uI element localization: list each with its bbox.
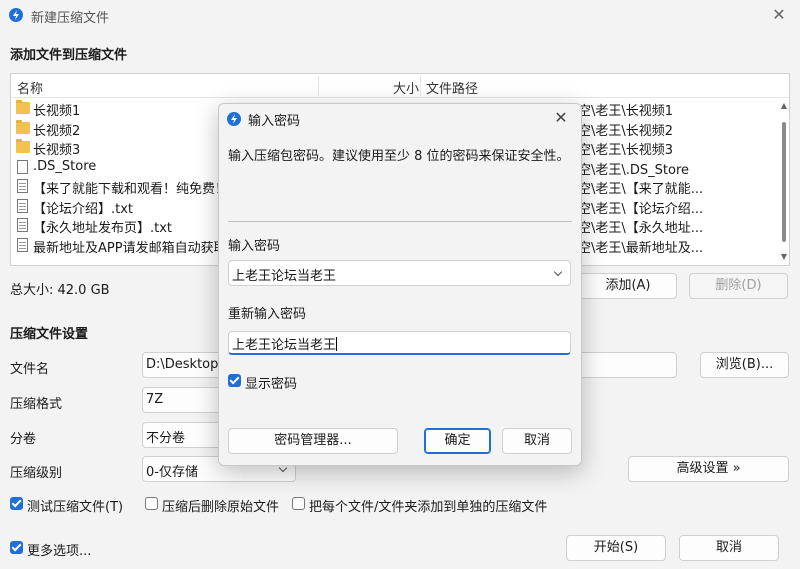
password-dialog: 输入密码 ✕ 输入压缩包密码。建议使用至少 8 位的密码来保证安全性。 输入密码… [218,103,582,466]
dialog-cancel-button[interactable]: 取消 [502,428,572,454]
file-path: 空\老王\【永久地址... [578,221,704,236]
level-label: 压缩级别 [10,466,63,481]
more-options-label: 更多选项... [27,544,92,559]
dialog-hint: 输入压缩包密码。建议使用至少 8 位的密码来保证安全性。 [228,149,570,164]
file-path: 空\老王\长视频3 [578,143,674,158]
column-name[interactable]: 名称 [17,78,43,97]
column-size[interactable]: 大小 [393,78,419,97]
password-manager-button[interactable]: 密码管理器... [228,428,398,454]
scroll-up-icon[interactable]: ▲ [781,101,787,110]
show-password-checkbox[interactable] [228,374,241,387]
file-name: 长视频1 [33,104,81,119]
show-password-label: 显示密码 [245,377,298,392]
text-file-icon [17,237,28,252]
file-name: 长视频3 [33,143,81,158]
cancel-button[interactable]: 取消 [679,535,779,561]
test-archive-label: 测试压缩文件(T) [27,500,124,515]
text-file-icon [17,179,28,193]
text-file-icon [17,198,28,213]
filename-label: 文件名 [10,362,50,377]
folder-icon [16,100,30,114]
delete-source-checkbox[interactable] [145,497,158,510]
password-input[interactable]: 上老王论坛当老王 [228,260,571,286]
start-button[interactable]: 开始(S) [566,535,666,561]
window-title: 新建压缩文件 [31,11,110,26]
text-file-icon [17,218,28,232]
title-bar: 新建压缩文件 ✕ [0,0,800,30]
confirm-password-input[interactable]: 上老王论坛当老王 [228,331,571,355]
scroll-down-icon[interactable]: ▼ [781,252,787,261]
divider [228,221,572,222]
file-name: 【永久地址发布页】.txt [33,221,173,236]
window-close-icon[interactable]: ✕ [766,3,792,27]
folder-icon [16,119,30,134]
test-archive-checkbox[interactable] [10,497,23,510]
file-path: 空\老王\最新地址及... [578,240,704,256]
dialog-close-icon[interactable]: ✕ [549,106,573,130]
format-label: 压缩格式 [10,397,63,412]
more-options-checkbox[interactable] [10,541,23,554]
file-name: .DS_Store [33,158,97,174]
confirm-password-value: 上老王论坛当老王 [232,338,337,353]
column-divider [318,76,319,96]
advanced-settings-button[interactable]: 高级设置 » [628,456,789,482]
separate-archives-label: 把每个文件/文件夹添加到单独的压缩文件 [309,500,548,515]
file-path: 空\老王\长视频1 [578,104,674,119]
folder-icon [16,139,30,153]
file-name: 【来了就能下载和观看！纯免费！ [33,182,229,197]
column-path[interactable]: 文件路径 [426,78,478,97]
confirm-password-label: 重新输入密码 [228,307,307,322]
file-name: 长视频2 [33,123,81,139]
total-size: 总大小: 42.0 GB [10,283,110,298]
add-button[interactable]: 添加(A) [579,273,677,299]
delete-source-label: 压缩后删除原始文件 [162,500,280,515]
app-logo-icon [9,8,23,22]
file-path: 空\老王\【论坛介绍... [578,201,704,217]
file-name: 最新地址及APP请发邮箱自动获取 [33,240,227,256]
text-caret [336,337,338,351]
settings-heading: 压缩文件设置 [10,327,89,342]
browse-button[interactable]: 浏览(B)... [700,352,789,378]
add-files-heading: 添加文件到压缩文件 [10,48,128,63]
file-list-header: 名称 大小 文件路径 [11,74,789,98]
file-path: 空\老王\.DS_Store [578,162,690,178]
ok-button[interactable]: 确定 [424,428,491,454]
file-name: 【论坛介绍】.txt [33,201,134,217]
password-label: 输入密码 [228,239,281,254]
app-logo-icon [227,112,241,126]
file-path: 空\老王\【来了就能... [578,182,704,197]
file-icon [17,159,28,174]
column-divider [420,76,421,96]
file-path: 空\老王\长视频2 [578,123,674,139]
separate-archives-checkbox[interactable] [292,497,305,510]
delete-button[interactable]: 删除(D) [689,273,788,299]
dialog-title: 输入密码 [248,114,301,129]
split-label: 分卷 [10,432,37,447]
scrollbar-thumb[interactable] [782,122,786,242]
